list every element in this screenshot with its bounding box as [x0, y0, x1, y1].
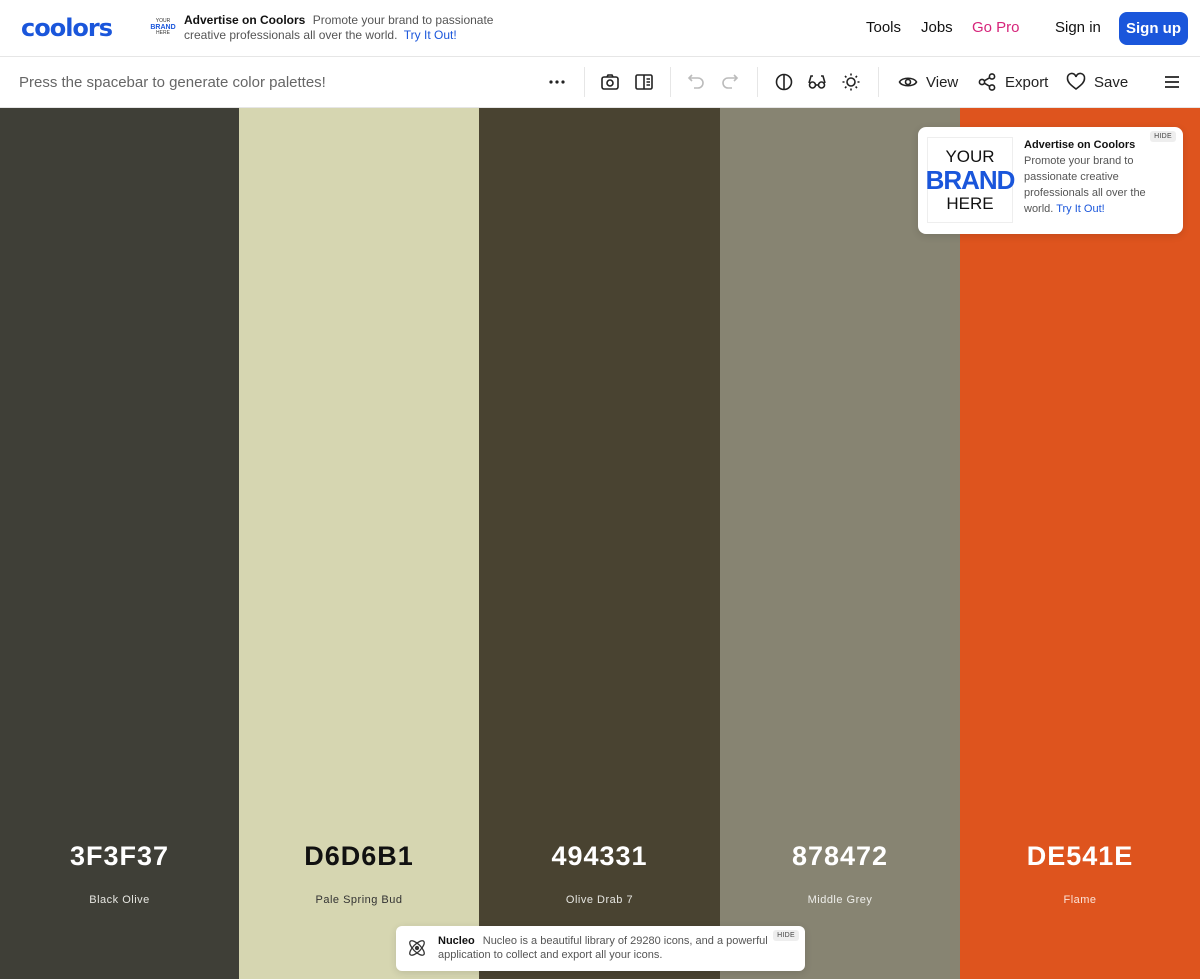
nucleo-ad-title: Nucleo — [438, 935, 475, 947]
color-name: Olive Drab 7 — [565, 894, 634, 906]
undo-icon[interactable] — [687, 71, 705, 93]
sign-up-button[interactable]: Sign up — [1119, 12, 1188, 45]
nav-tools[interactable]: Tools — [866, 19, 901, 36]
nav-go-pro[interactable]: Go Pro — [972, 19, 1020, 36]
view-button[interactable]: View — [898, 71, 958, 93]
nav-jobs[interactable]: Jobs — [921, 19, 953, 36]
heart-icon — [1066, 72, 1086, 91]
nucleo-ad-body: Nucleo is a beautiful library of 29280 i… — [438, 935, 768, 961]
export-button[interactable]: Export — [977, 71, 1048, 93]
toolbar-divider — [878, 67, 879, 97]
color-swatch[interactable]: 878472 Middle Grey — [720, 108, 960, 979]
color-palette: 3F3F37 Black Olive D6D6B1 Pale Spring Bud 49… — [0, 108, 1200, 979]
color-hex-code[interactable]: 3F3F37 — [0, 841, 239, 872]
color-name: Pale Spring Bud — [315, 894, 403, 906]
color-swatch[interactable]: DE541E Flame — [960, 108, 1200, 979]
view-label: View — [926, 73, 959, 91]
spacebar-hint: Press the spacebar to generate color pal… — [19, 74, 326, 91]
nucleo-ad[interactable]: Nucleo Nucleo is a beautiful library of … — [396, 926, 805, 971]
toolbar-divider — [757, 67, 758, 97]
sign-in-link[interactable]: Sign in — [1055, 19, 1101, 36]
toolbar-divider — [584, 67, 585, 97]
share-icon — [978, 73, 996, 91]
top-header: coolors YOUR BRAND HERE Advertise on Coo… — [0, 0, 1200, 57]
split-view-icon[interactable] — [634, 71, 654, 93]
color-hex-code[interactable]: 494331 — [479, 841, 720, 872]
atom-icon — [409, 940, 425, 956]
color-hex-code[interactable]: D6D6B1 — [239, 841, 479, 872]
ad-card-link[interactable]: Try It Out! — [1056, 203, 1105, 215]
color-swatch[interactable]: 494331 Olive Drab 7 — [479, 108, 720, 979]
coolors-logo[interactable]: coolors — [21, 14, 113, 42]
save-label: Save — [1094, 73, 1129, 91]
ad-brand-line: YOUR — [945, 147, 995, 166]
color-swatch[interactable]: 3F3F37 Black Olive — [0, 108, 239, 979]
ad-brand-logo[interactable]: YOUR BRAND HERE — [925, 137, 1016, 223]
ad-card[interactable]: YOUR BRAND HERE Advertise on Coolors Pro… — [918, 127, 1183, 234]
save-button[interactable]: Save — [1066, 71, 1128, 93]
contrast-icon[interactable] — [774, 71, 794, 93]
more-icon[interactable] — [548, 71, 566, 93]
color-name: Flame — [1063, 894, 1097, 906]
header-ad-link[interactable]: Try It Out! — [404, 28, 457, 42]
color-hex-code[interactable]: DE541E — [960, 841, 1200, 872]
menu-icon[interactable] — [1163, 71, 1181, 93]
export-label: Export — [1005, 73, 1049, 91]
ad-logo-line: HERE — [156, 29, 170, 36]
redo-icon[interactable] — [721, 71, 739, 93]
header-ad-logo[interactable]: YOUR BRAND HERE — [150, 14, 176, 40]
nucleo-ad-text: Nucleo Nucleo is a beautiful library of … — [438, 934, 768, 962]
ad-brand-line: BRAND — [925, 165, 1016, 195]
color-name: Middle Grey — [807, 894, 873, 906]
glasses-icon[interactable] — [807, 71, 827, 93]
color-name: Black Olive — [89, 894, 150, 906]
header-ad-text: Advertise on Coolors Promote your brand … — [184, 13, 514, 43]
nucleo-ad-hide-button[interactable]: HIDE — [773, 930, 799, 941]
brightness-icon[interactable] — [841, 71, 861, 93]
ad-brand-line: HERE — [946, 194, 994, 213]
palette-toolbar: Press the spacebar to generate color pal… — [0, 57, 1200, 108]
toolbar-divider — [670, 67, 671, 97]
ad-card-hide-button[interactable]: HIDE — [1150, 131, 1176, 142]
ad-card-text: Advertise on Coolors Promote your brand … — [1024, 137, 1174, 217]
camera-icon[interactable] — [600, 71, 620, 93]
eye-icon — [898, 77, 918, 87]
color-hex-code[interactable]: 878472 — [720, 841, 960, 872]
color-swatch[interactable]: D6D6B1 Pale Spring Bud — [239, 108, 479, 979]
header-ad-title: Advertise on Coolors — [184, 13, 306, 27]
